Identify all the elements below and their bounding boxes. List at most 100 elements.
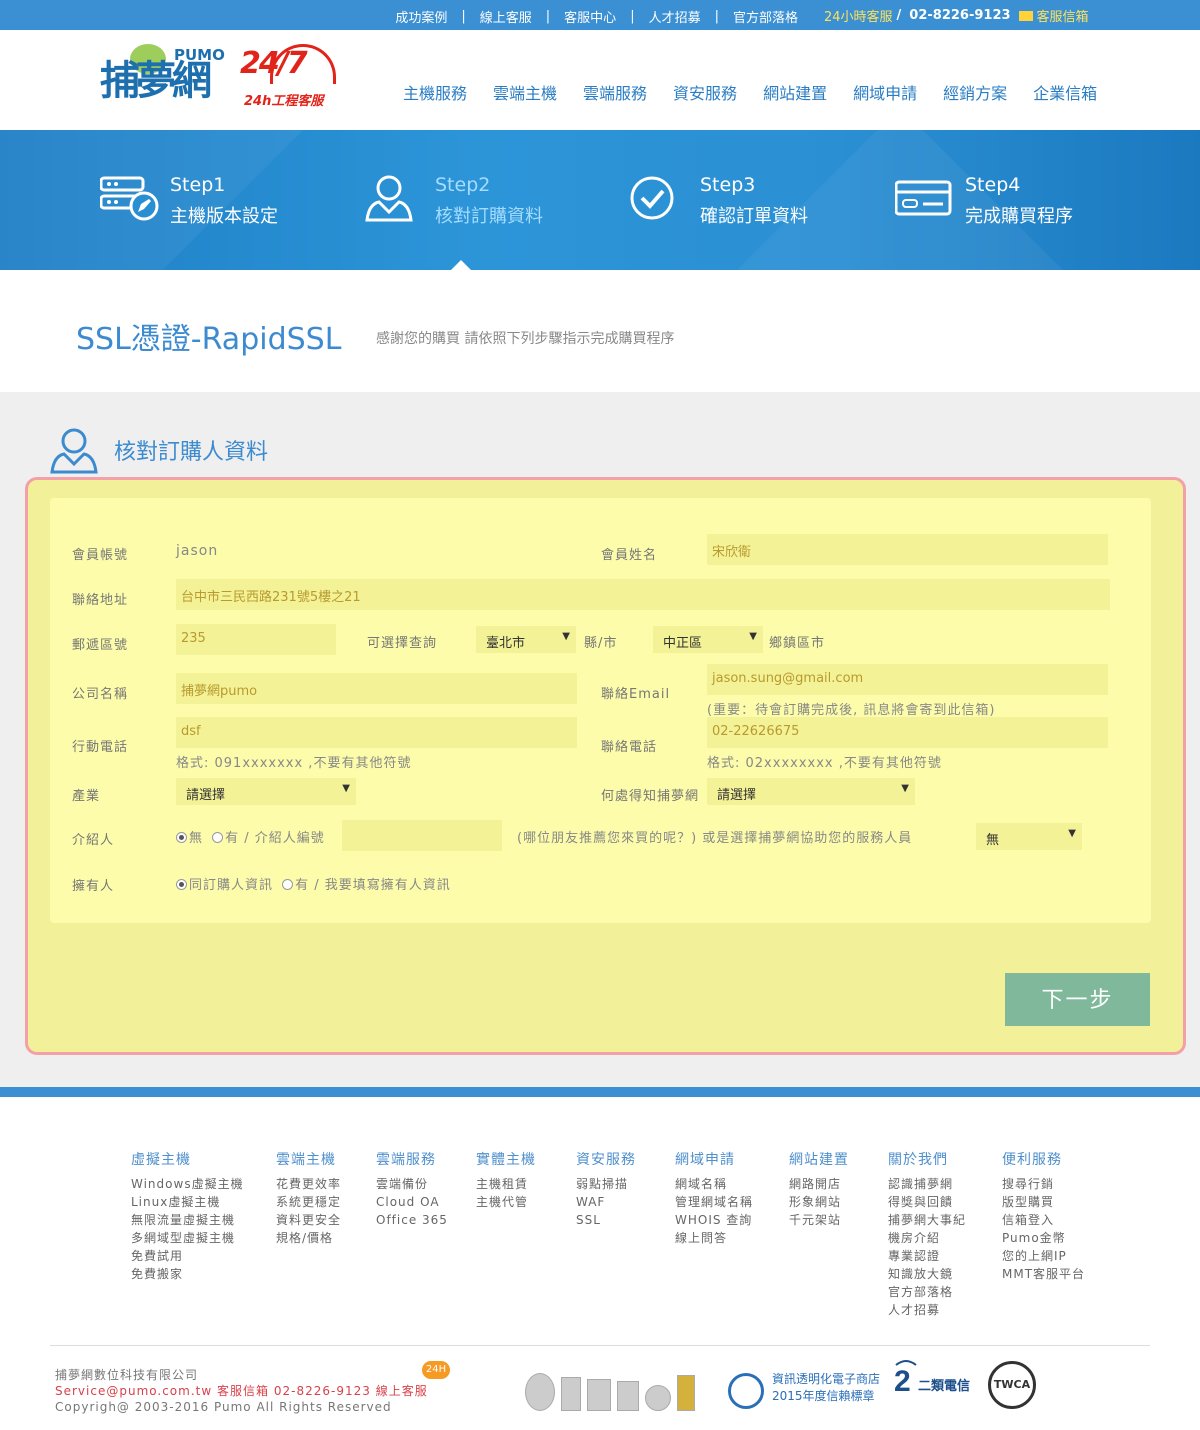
- footer-link[interactable]: 人才招募: [888, 1301, 966, 1319]
- footer-chat-link[interactable]: 線上客服: [376, 1384, 428, 1398]
- mobile-field[interactable]: dsf: [176, 717, 577, 748]
- footer-link[interactable]: 專業認證: [888, 1247, 966, 1265]
- name-label: 會員姓名: [601, 548, 658, 563]
- footer-link[interactable]: 搜尋行銷: [1002, 1175, 1085, 1193]
- footer-link[interactable]: 網路開店: [789, 1175, 849, 1193]
- city-select[interactable]: 臺北市 ▼: [476, 626, 576, 653]
- footer-link[interactable]: 無限流量虛擬主機: [131, 1211, 244, 1229]
- footer-link[interactable]: 捕夢網大事紀: [888, 1211, 966, 1229]
- next-step-button[interactable]: 下一步: [1005, 973, 1150, 1026]
- footer-col-title[interactable]: 虛擬主機: [131, 1149, 244, 1169]
- footer-link[interactable]: Cloud OA: [376, 1193, 448, 1211]
- footer-link[interactable]: 認識捕夢網: [888, 1175, 966, 1193]
- server-edit-icon: [100, 176, 159, 221]
- mail-link[interactable]: 客服信箱: [1037, 6, 1089, 25]
- lookup-label: 可選擇查詢: [367, 636, 438, 651]
- footer-link[interactable]: 版型購買: [1002, 1193, 1085, 1211]
- referrer-yes-radio[interactable]: [212, 832, 224, 843]
- nav-cloud-service[interactable]: 雲端服務: [583, 80, 647, 104]
- footer-link[interactable]: Windows虛擬主機: [131, 1175, 244, 1193]
- footer-link[interactable]: 網域名稱: [675, 1175, 753, 1193]
- source-select[interactable]: 請選擇 ▼: [707, 778, 915, 805]
- referrer-id-field[interactable]: [342, 820, 502, 851]
- footer-col-title[interactable]: 資安服務: [576, 1149, 636, 1169]
- district-select[interactable]: 中正區 ▼: [653, 626, 763, 653]
- award-certificate-icon: [617, 1381, 639, 1411]
- footer-link[interactable]: MMT客服平台: [1002, 1265, 1085, 1283]
- footer-col-title[interactable]: 網域申請: [675, 1149, 753, 1169]
- footer-col-title[interactable]: 雲端主機: [276, 1149, 341, 1169]
- owner-other-radio[interactable]: [282, 879, 294, 890]
- footer-link[interactable]: SSL: [576, 1211, 636, 1229]
- tel-field[interactable]: 02-22626675: [707, 717, 1108, 748]
- footer-link[interactable]: 弱點掃描: [576, 1175, 636, 1193]
- nav-security[interactable]: 資安服務: [673, 80, 737, 104]
- company-field[interactable]: 捕夢網pumo: [176, 673, 577, 704]
- footer-link[interactable]: 官方部落格: [888, 1283, 966, 1301]
- footer-link[interactable]: 資料更安全: [276, 1211, 341, 1229]
- footer-link[interactable]: Pumo金幣: [1002, 1229, 1085, 1247]
- footer-link[interactable]: 得獎與回饋: [888, 1193, 966, 1211]
- footer-link[interactable]: 花費更效率: [276, 1175, 341, 1193]
- source-label: 何處得知捕夢網: [601, 789, 700, 804]
- footer-link[interactable]: 千元架站: [789, 1211, 849, 1229]
- footer-link[interactable]: 您的上網IP: [1002, 1247, 1085, 1265]
- nav-mail[interactable]: 企業信箱: [1033, 80, 1097, 104]
- footer-link[interactable]: 規格/價格: [276, 1229, 341, 1247]
- email-field[interactable]: jason.sung@gmail.com: [707, 664, 1108, 695]
- footer-col-title[interactable]: 實體主機: [476, 1149, 536, 1169]
- footer-link[interactable]: 免費試用: [131, 1247, 244, 1265]
- nav-reseller[interactable]: 經銷方案: [943, 80, 1007, 104]
- top-link-jobs[interactable]: 人才招募: [649, 7, 701, 26]
- logo[interactable]: 捕夢網 PUMO: [100, 40, 230, 120]
- address-field[interactable]: 台中市三民西路231號5樓之21: [176, 579, 1110, 610]
- footer-link[interactable]: 雲端備份: [376, 1175, 448, 1193]
- industry-select[interactable]: 請選擇 ▼: [176, 778, 356, 805]
- footer-link[interactable]: Office 365: [376, 1211, 448, 1229]
- nav-hosting[interactable]: 主機服務: [403, 80, 467, 104]
- footer-link[interactable]: 信箱登入: [1002, 1211, 1085, 1229]
- footer-link[interactable]: 免費搬家: [131, 1265, 244, 1283]
- twca-badge[interactable]: TWCA: [988, 1361, 1036, 1409]
- page-title: SSL憑證-RapidSSL: [76, 322, 342, 357]
- footer-link[interactable]: 主機租賃: [476, 1175, 536, 1193]
- footer-phone: 02-8226-9123: [273, 1384, 371, 1398]
- footer-link[interactable]: 線上問答: [675, 1229, 753, 1247]
- footer-link[interactable]: Linux虛擬主機: [131, 1193, 244, 1211]
- footer-link[interactable]: 機房介紹: [888, 1229, 966, 1247]
- active-step-pointer: [451, 260, 471, 270]
- footer-link[interactable]: 系統更穩定: [276, 1193, 341, 1211]
- footer-col-title[interactable]: 雲端服務: [376, 1149, 448, 1169]
- footer-col-title[interactable]: 網站建置: [789, 1149, 849, 1169]
- footer: 虛擬主機 Windows虛擬主機 Linux虛擬主機 無限流量虛擬主機 多網域型…: [0, 1097, 1200, 1430]
- title-bar: SSL憑證-RapidSSL 感謝您的購買 請依照下列步驟指示完成購買程序: [0, 270, 1200, 392]
- footer-link[interactable]: 知識放大鏡: [888, 1265, 966, 1283]
- staff-select[interactable]: 無 ▼: [976, 823, 1082, 850]
- footer-col-title[interactable]: 便利服務: [1002, 1149, 1085, 1169]
- hotline-label: 24小時客服: [824, 10, 893, 25]
- footer-link[interactable]: 多網域型虛擬主機: [131, 1229, 244, 1247]
- footer-col-title[interactable]: 關於我們: [888, 1149, 966, 1169]
- footer-divider: [50, 1345, 1150, 1346]
- nav-cloud-host[interactable]: 雲端主機: [493, 80, 557, 104]
- footer-link[interactable]: 主機代管: [476, 1193, 536, 1211]
- owner-same-radio[interactable]: [176, 879, 187, 890]
- award-medal-icon: [525, 1373, 555, 1411]
- zip-field[interactable]: 235: [176, 624, 336, 655]
- chevron-down-icon: ▼: [342, 783, 350, 794]
- referrer-no-radio[interactable]: [176, 832, 187, 843]
- footer-link[interactable]: 管理網域名稱: [675, 1193, 753, 1211]
- owner-same-label: 同訂購人資訊: [189, 878, 274, 893]
- top-link-blog[interactable]: 官方部落格: [733, 7, 798, 26]
- footer-link[interactable]: WAF: [576, 1193, 636, 1211]
- nav-domain[interactable]: 網域申請: [853, 80, 917, 104]
- top-link-service-center[interactable]: 客服中心: [564, 7, 616, 26]
- nav-website[interactable]: 網站建置: [763, 80, 827, 104]
- top-link-chat[interactable]: 線上客服: [480, 7, 532, 26]
- footer-link[interactable]: 形象網站: [789, 1193, 849, 1211]
- name-field[interactable]: 宋欣衛: [707, 534, 1108, 565]
- footer-email-link[interactable]: Service@pumo.com.tw: [55, 1384, 212, 1398]
- chevron-down-icon: ▼: [1068, 828, 1076, 839]
- top-link-cases[interactable]: 成功案例: [395, 7, 447, 26]
- footer-link[interactable]: WHOIS 查詢: [675, 1211, 753, 1229]
